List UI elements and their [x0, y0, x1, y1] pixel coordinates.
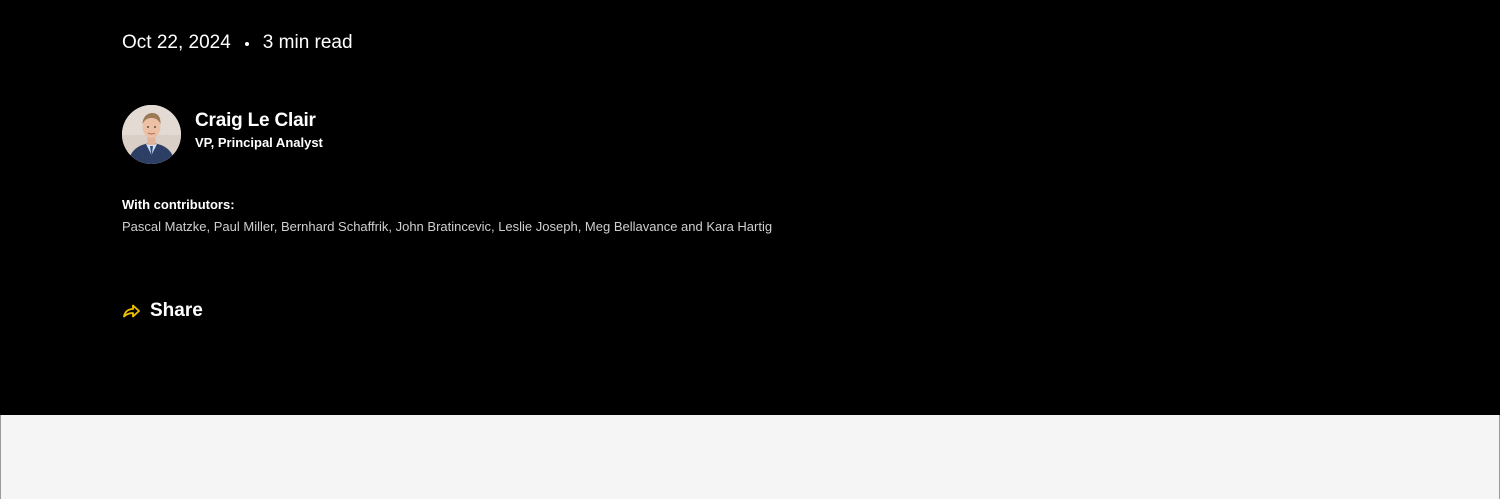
article-meta: Oct 22, 2024 3 min read [122, 32, 353, 54]
meta-separator-dot [244, 42, 249, 46]
contributors-list: Pascal Matzke, Paul Miller, Bernhard Sch… [122, 219, 773, 234]
read-time: 3 min read [262, 32, 353, 53]
publish-date: Oct 22, 2024 [122, 32, 231, 53]
share-button[interactable]: Share [121, 300, 203, 322]
author-text: Craig Le Clair VP, Principal Analyst [195, 110, 323, 152]
author-avatar[interactable] [122, 105, 181, 164]
content-section [0, 415, 1500, 499]
contributors-label: With contributors: [122, 197, 235, 212]
share-label[interactable]: Share [150, 300, 203, 322]
share-arrow-icon[interactable] [121, 301, 141, 321]
article-header: Oct 22, 2024 3 min read Craig Le Clair V… [0, 0, 1500, 415]
author-name[interactable]: Craig Le Clair [195, 110, 323, 132]
contributors-block: With contributors: Pascal Matzke, Paul M… [122, 196, 772, 236]
author-title: VP, Principal Analyst [195, 134, 323, 150]
author-block[interactable]: Craig Le Clair VP, Principal Analyst [122, 105, 323, 164]
